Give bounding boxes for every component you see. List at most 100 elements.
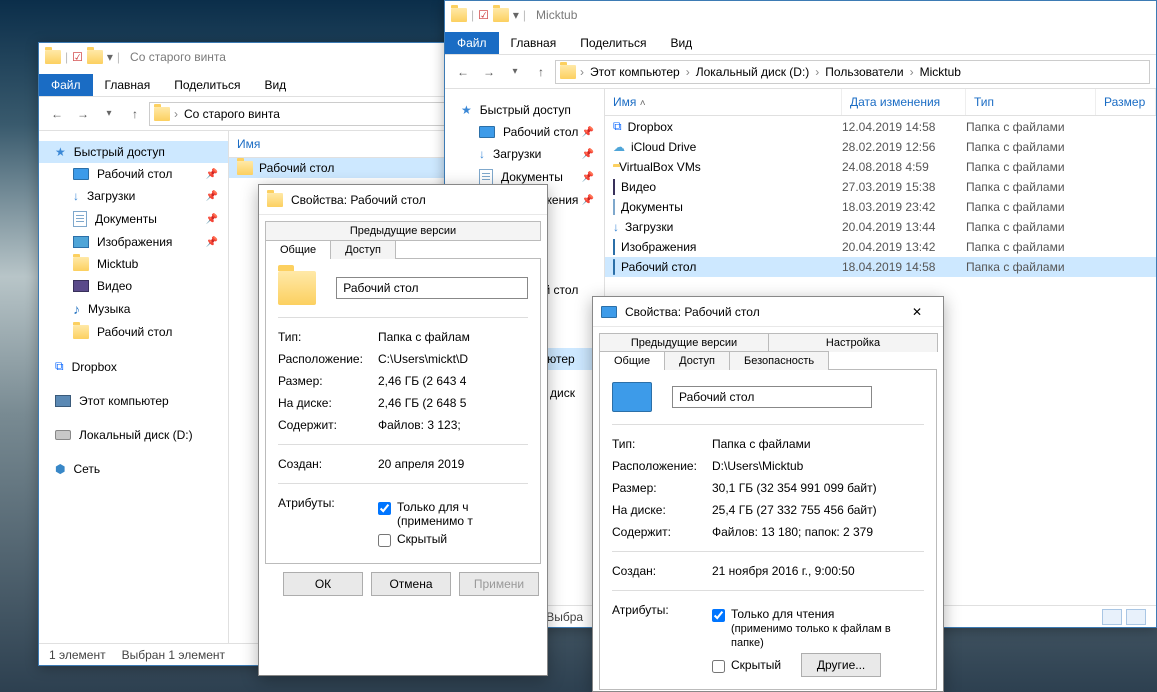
breadcrumb[interactable]: Micktub <box>918 65 963 79</box>
sidebar-item-desktop[interactable]: Рабочий стол📌 <box>445 121 604 143</box>
folder-icon <box>278 271 316 305</box>
sidebar-quick-access[interactable]: ★Быстрый доступ <box>445 99 604 121</box>
img-icon <box>613 240 615 254</box>
file-row[interactable]: Изображения20.04.2019 13:42Папка с файла… <box>605 237 1156 257</box>
tab-share[interactable]: Поделиться <box>162 74 252 96</box>
sidebar-network[interactable]: ⬢Сеть <box>39 458 228 480</box>
label-size: Размер: <box>612 481 712 495</box>
history-dropdown[interactable]: ▾ <box>503 60 527 84</box>
label-type: Тип: <box>278 330 378 344</box>
sidebar-local-disk[interactable]: Локальный диск (D:) <box>39 424 228 446</box>
status-selected: Выбра <box>546 610 583 624</box>
folder-name-input[interactable] <box>336 277 528 299</box>
qat-dropdown-icon[interactable]: ▾ <box>513 8 519 22</box>
file-row[interactable]: Рабочий стол18.04.2019 14:58Папка с файл… <box>605 257 1156 277</box>
column-header-date[interactable]: Дата изменения <box>842 89 966 115</box>
dialog-titlebar[interactable]: Свойства: Рабочий стол ✕ <box>593 297 943 327</box>
history-dropdown[interactable]: ▾ <box>97 102 121 126</box>
status-count: 1 элемент <box>49 648 106 662</box>
column-header-size[interactable]: Размер <box>1096 89 1156 115</box>
apply-button[interactable]: Примени <box>459 572 539 596</box>
tab-sharing[interactable]: Доступ <box>330 240 396 259</box>
sidebar-item-micktub[interactable]: Micktub <box>39 253 228 275</box>
dialog-titlebar[interactable]: Свойства: Рабочий стол <box>259 185 547 215</box>
column-header-name[interactable]: Имя ˄ <box>605 89 842 115</box>
sidebar-item-pictures[interactable]: Изображения📌 <box>39 231 228 253</box>
download-icon: ↓ <box>613 220 619 234</box>
cloud-icon: ☁ <box>613 140 625 154</box>
sidebar-item-videos[interactable]: Видео <box>39 275 228 297</box>
column-header-type[interactable]: Тип <box>966 89 1096 115</box>
pin-icon: 📌 <box>582 127 594 138</box>
tab-home[interactable]: Главная <box>93 74 163 96</box>
tab-view[interactable]: Вид <box>252 74 298 96</box>
dialog-body: Тип:Папка с файлам Расположение:C:\Users… <box>265 258 541 564</box>
value-location: D:\Users\Micktub <box>712 459 924 473</box>
tab-file[interactable]: Файл <box>445 32 499 54</box>
pin-icon: 📌 <box>206 237 218 248</box>
cancel-button[interactable]: Отмена <box>371 572 451 596</box>
qat-dropdown-icon[interactable]: ▾ <box>107 50 113 64</box>
breadcrumb[interactable]: Локальный диск (D:) <box>694 65 812 79</box>
forward-button[interactable]: → <box>477 60 501 84</box>
label-size-on-disk: На диске: <box>278 396 378 410</box>
tab-general[interactable]: Общие <box>599 351 665 370</box>
tab-view[interactable]: Вид <box>658 32 704 54</box>
tab-previous-versions[interactable]: Предыдущие версии <box>599 333 769 352</box>
forward-button[interactable]: → <box>71 102 95 126</box>
file-row[interactable]: ☁iCloud Drive28.02.2019 12:56Папка с фай… <box>605 137 1156 157</box>
tab-home[interactable]: Главная <box>499 32 569 54</box>
window-title: Micktub <box>536 8 577 22</box>
checkbox-readonly[interactable]: Только для ч(применимо т <box>378 500 528 528</box>
dialog-title: Свойства: Рабочий стол <box>625 305 760 319</box>
tab-sharing[interactable]: Доступ <box>664 351 730 370</box>
breadcrumb[interactable]: Пользователи <box>823 65 905 79</box>
tab-security[interactable]: Безопасность <box>729 351 829 370</box>
close-button[interactable]: ✕ <box>899 301 935 323</box>
folder-icon <box>73 257 89 271</box>
music-icon: ♪ <box>73 301 80 317</box>
breadcrumb[interactable]: Со старого винта <box>182 107 282 121</box>
sidebar-dropbox[interactable]: ⧉Dropbox <box>39 355 228 378</box>
view-icons-button[interactable] <box>1126 609 1146 625</box>
sidebar-item-music[interactable]: ♪Музыка <box>39 297 228 321</box>
back-button[interactable]: ← <box>451 60 475 84</box>
back-button[interactable]: ← <box>45 102 69 126</box>
sidebar-this-pc[interactable]: Этот компьютер <box>39 390 228 412</box>
file-row[interactable]: ⧉Dropbox12.04.2019 14:58Папка с файлами <box>605 116 1156 137</box>
sidebar-quick-access[interactable]: ★ Быстрый доступ <box>39 141 228 163</box>
sidebar-item-desktop2[interactable]: Рабочий стол <box>39 321 228 343</box>
file-row[interactable]: Видео27.03.2019 15:38Папка с файлами <box>605 177 1156 197</box>
sidebar-item-downloads[interactable]: ↓Загрузки📌 <box>39 185 228 207</box>
up-button[interactable]: ↑ <box>123 102 147 126</box>
breadcrumb[interactable]: Этот компьютер <box>588 65 682 79</box>
address-bar[interactable]: › Этот компьютер › Локальный диск (D:) ›… <box>555 60 1150 84</box>
folder-name-input[interactable] <box>672 386 872 408</box>
view-details-button[interactable] <box>1102 609 1122 625</box>
desktop-icon <box>601 306 617 318</box>
pictures-icon <box>73 236 89 248</box>
video-icon <box>73 280 89 292</box>
tab-general[interactable]: Общие <box>265 240 331 259</box>
up-button[interactable]: ↑ <box>529 60 553 84</box>
status-selected: Выбран 1 элемент <box>122 648 225 662</box>
tab-file[interactable]: Файл <box>39 74 93 96</box>
advanced-button[interactable]: Другие... <box>801 653 881 677</box>
value-size-on-disk: 25,4 ГБ (27 332 755 456 байт) <box>712 503 924 517</box>
file-row[interactable]: VirtualBox VMs24.08.2018 4:59Папка с фай… <box>605 157 1156 177</box>
tab-previous-versions[interactable]: Предыдущие версии <box>265 221 541 241</box>
file-row[interactable]: Документы18.03.2019 23:42Папка с файлами <box>605 197 1156 217</box>
sidebar-item-desktop[interactable]: Рабочий стол📌 <box>39 163 228 185</box>
titlebar[interactable]: | ☑ ▾ | Micktub <box>445 1 1156 29</box>
checkbox-hidden[interactable]: Скрытый <box>378 532 528 547</box>
ok-button[interactable]: ОК <box>283 572 363 596</box>
file-row[interactable]: ↓Загрузки20.04.2019 13:44Папка с файлами <box>605 217 1156 237</box>
tab-customize[interactable]: Настройка <box>768 333 938 352</box>
sidebar-item-downloads[interactable]: ↓Загрузки📌 <box>445 143 604 165</box>
tab-share[interactable]: Поделиться <box>568 32 658 54</box>
folder-icon <box>560 65 576 79</box>
checkbox-hidden[interactable]: Скрытый <box>712 658 781 673</box>
sidebar-item-documents[interactable]: Документы📌 <box>39 207 228 231</box>
checkbox-readonly[interactable]: Только для чтения(применимо только к фай… <box>712 607 924 649</box>
value-type: Папка с файлам <box>378 330 528 344</box>
